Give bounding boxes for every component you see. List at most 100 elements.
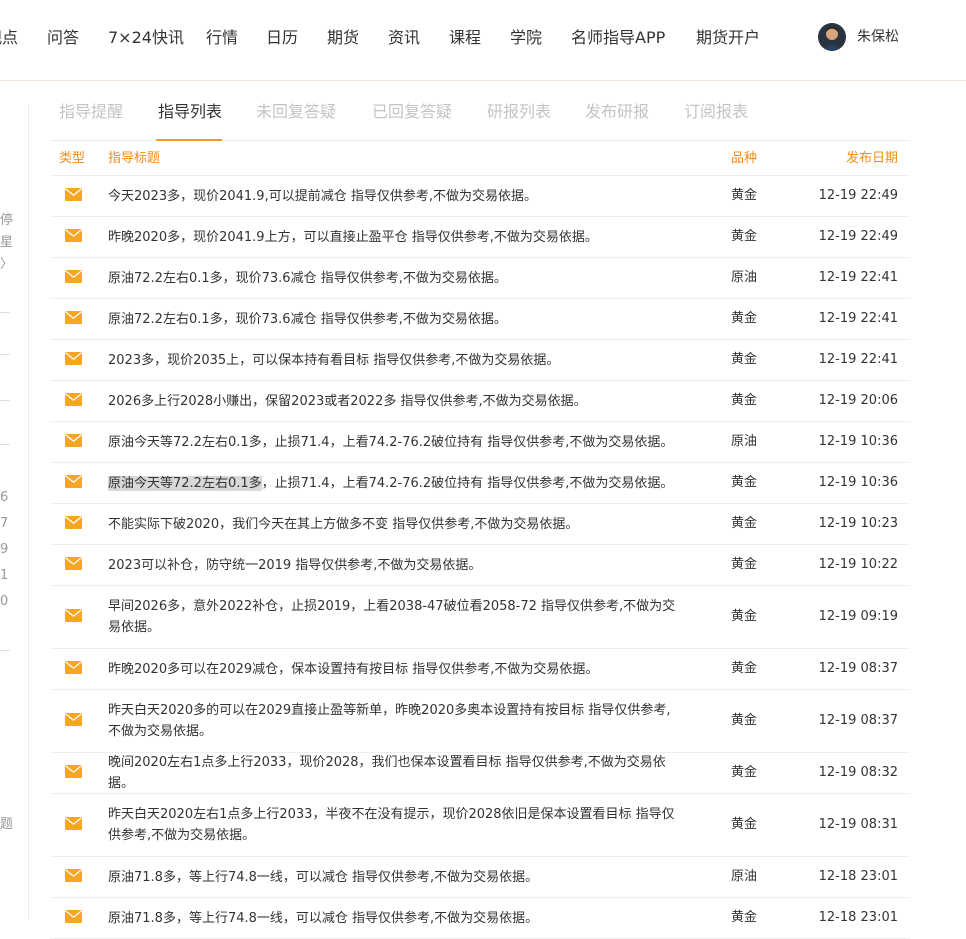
tab-unanswered-questions[interactable]: 未回复答疑 (256, 102, 336, 122)
table-row[interactable]: 昨天白天2020多的可以在2029直接止盈等新单，昨晚2020多奥本设置持有按目… (50, 690, 910, 753)
nav-item-viewpoint[interactable]: 观点 (0, 28, 18, 48)
row-date: 12-19 22:49 (818, 229, 898, 244)
mail-icon (65, 434, 82, 447)
mail-icon (65, 352, 82, 365)
mail-icon (65, 713, 82, 726)
nav-item-flash-news[interactable]: 7×24快讯 (108, 28, 184, 48)
tab-guidance-reminder[interactable]: 指导提醒 (59, 102, 123, 122)
table-row[interactable]: 原油72.2左右0.1多，现价73.6减仓 指导仅供参考,不做为交易依据。 黄金 1… (50, 299, 910, 340)
table-row[interactable]: 今天2023多，现价2041.9,可以提前减仓 指导仅供参考,不做为交易依据。 黄… (50, 176, 910, 217)
table-row[interactable]: 原油今天等72.2左右0.1多，止损71.4，上看74.2-76.2破位持有 指… (50, 422, 910, 463)
mail-icon (65, 609, 82, 622)
row-title[interactable]: 原油今天等72.2左右0.1多，止损71.4，上看74.2-76.2破位持有 指… (108, 473, 683, 494)
sidebar-separator (0, 650, 10, 651)
row-date: 12-19 10:22 (818, 557, 898, 572)
mail-icon (65, 661, 82, 674)
row-date: 12-18 23:01 (818, 869, 898, 884)
table-row[interactable]: 原油今天等72.2左右0.1多，止损71.4，上看74.2-76.2破位持有 指… (50, 463, 910, 504)
row-kind: 黄金 (731, 609, 758, 624)
row-kind: 原油 (731, 270, 758, 285)
row-kind: 黄金 (731, 352, 758, 367)
row-title[interactable]: 早间2026多，意外2022补仓，止损2019，上看2038-47破位看2058… (108, 596, 683, 638)
row-title-text: 不能实际下破2020，我们今天在其上方做多不变 指导仅供参考,不做为交易依据。 (108, 516, 579, 532)
row-title[interactable]: 晚间2020左右1点多上行2033，现价2028，我们也保本设置看目标 指导仅供… (108, 752, 683, 794)
avatar[interactable] (818, 23, 846, 51)
row-title[interactable]: 今天2023多，现价2041.9,可以提前减仓 指导仅供参考,不做为交易依据。 (108, 186, 683, 207)
mail-icon (65, 516, 82, 529)
mail-icon (65, 557, 82, 570)
row-title-text: 2026多上行2028小赚出，保留2023或者2022多 指导仅供参考,不做为交… (108, 393, 587, 409)
mail-icon (65, 229, 82, 242)
row-date: 12-19 22:41 (818, 311, 898, 326)
nav-item-courses[interactable]: 课程 (449, 28, 481, 48)
table-row[interactable]: 2023可以补仓，防守统一2019 指导仅供参考,不做为交易依据。 黄金 12-19… (50, 545, 910, 586)
row-title-text: 原油72.2左右0.1多，现价73.6减仓 指导仅供参考,不做为交易依据。 (108, 270, 507, 286)
row-title-text: 昨晚2020多，现价2041.9上方，可以直接止盈平仓 指导仅供参考,不做为交易… (108, 229, 598, 245)
table-row[interactable]: 原油71.8多，等上行74.8一线，可以减仓 指导仅供参考,不做为交易依据。 原油… (50, 857, 910, 898)
table-row[interactable]: 昨晚2020多，现价2041.9上方，可以直接止盈平仓 指导仅供参考,不做为交易… (50, 217, 910, 258)
row-date: 12-19 10:23 (818, 516, 898, 531)
row-title[interactable]: 2023可以补仓，防守统一2019 指导仅供参考,不做为交易依据。 (108, 555, 683, 576)
row-title-text: ，止损71.4，上看74.2-76.2破位持有 指导仅供参考,不做为交易依据。 (261, 475, 674, 491)
row-title[interactable]: 原油72.2左右0.1多，现价73.6减仓 指导仅供参考,不做为交易依据。 (108, 268, 683, 289)
mail-icon (65, 817, 82, 830)
nav-item-news[interactable]: 资讯 (388, 28, 420, 48)
table-row[interactable]: 昨晚2020多可以在2029减仓，保本设置持有按目标 指导仅供参考,不做为交易依… (50, 649, 910, 690)
nav-item-calendar[interactable]: 日历 (266, 28, 298, 48)
row-title-text: 晚间2020左右1点多上行2033，现价2028，我们也保本设置看目标 指导仅供… (108, 755, 666, 791)
tab-guidance-list[interactable]: 指导列表 (158, 102, 222, 122)
row-title[interactable]: 2023多，现价2035上，可以保本持有看目标 指导仅供参考,不做为交易依据。 (108, 350, 683, 371)
table-row[interactable]: 原油72.2左右0.1多，现价73.6减仓 指导仅供参考,不做为交易依据。 原油 1… (50, 258, 910, 299)
tab-research-list[interactable]: 研报列表 (487, 102, 551, 122)
sidebar-separator (0, 354, 10, 355)
sidebar-fragment: 6 (0, 490, 9, 505)
selected-text: 原油今天等72.2左右0.1多 (108, 475, 262, 491)
user-name[interactable]: 朱保松 (857, 29, 899, 45)
tab-bar: 指导提醒 指导列表 未回复答疑 已回复答疑 研报列表 发布研报 订阅报表 (50, 96, 910, 141)
mail-icon (65, 765, 82, 778)
row-kind: 黄金 (731, 229, 758, 244)
row-date: 12-19 22:41 (818, 270, 898, 285)
row-title[interactable]: 不能实际下破2020，我们今天在其上方做多不变 指导仅供参考,不做为交易依据。 (108, 514, 683, 535)
row-date: 12-19 20:06 (818, 393, 898, 408)
row-date: 12-19 10:36 (818, 475, 898, 490)
sidebar-fragment: 〉 (0, 257, 14, 272)
nav-item-quotes[interactable]: 行情 (206, 28, 238, 48)
table-row[interactable]: 晚间2020左右1点多上行2033，现价2028，我们也保本设置看目标 指导仅供… (50, 753, 910, 794)
table-row[interactable]: 昨天白天2020左右1点多上行2033，半夜不在没有提示，现价2028依旧是保本… (50, 794, 910, 857)
nav-item-mentor-app[interactable]: 名师指导APP (571, 28, 665, 48)
row-title[interactable]: 原油今天等72.2左右0.1多，止损71.4，上看74.2-76.2破位持有 指… (108, 432, 683, 453)
table-row[interactable]: 2023多，现价2035上，可以保本持有看目标 指导仅供参考,不做为交易依据。 黄… (50, 340, 910, 381)
sidebar-fragment: 1 (0, 568, 9, 583)
row-title[interactable]: 2026多上行2028小赚出，保留2023或者2022多 指导仅供参考,不做为交… (108, 391, 683, 412)
tab-publish-research[interactable]: 发布研报 (585, 102, 649, 122)
row-title[interactable]: 昨天白天2020左右1点多上行2033，半夜不在没有提示，现价2028依旧是保本… (108, 804, 683, 846)
nav-item-academy[interactable]: 学院 (510, 28, 542, 48)
row-title[interactable]: 原油72.2左右0.1多，现价73.6减仓 指导仅供参考,不做为交易依据。 (108, 309, 683, 330)
row-title[interactable]: 昨晚2020多，现价2041.9上方，可以直接止盈平仓 指导仅供参考,不做为交易… (108, 227, 683, 248)
row-date: 12-19 08:37 (818, 713, 898, 728)
row-title-text: 原油71.8多，等上行74.8一线，可以减仓 指导仅供参考,不做为交易依据。 (108, 869, 539, 885)
nav-item-qa[interactable]: 问答 (47, 28, 79, 48)
mail-icon (65, 910, 82, 923)
sidebar-separator (0, 400, 10, 401)
nav-item-open-account[interactable]: 期货开户 (696, 28, 760, 48)
row-kind: 黄金 (731, 393, 758, 408)
row-date: 12-19 09:19 (818, 609, 898, 624)
tab-answered-questions[interactable]: 已回复答疑 (372, 102, 452, 122)
row-title[interactable]: 原油71.8多，等上行74.8一线，可以减仓 指导仅供参考,不做为交易依据。 (108, 867, 683, 888)
row-date: 12-19 22:41 (818, 352, 898, 367)
row-title[interactable]: 昨晚2020多可以在2029减仓，保本设置持有按目标 指导仅供参考,不做为交易依… (108, 659, 683, 680)
nav-item-futures[interactable]: 期货 (327, 28, 359, 48)
row-date: 12-19 22:49 (818, 188, 898, 203)
table-row[interactable]: 不能实际下破2020，我们今天在其上方做多不变 指导仅供参考,不做为交易依据。 黄… (50, 504, 910, 545)
table-row[interactable]: 早间2026多，意外2022补仓，止损2019，上看2038-47破位看2058… (50, 586, 910, 649)
row-title[interactable]: 昨天白天2020多的可以在2029直接止盈等新单，昨晚2020多奥本设置持有按目… (108, 700, 683, 742)
table-row[interactable]: 2026多上行2028小赚出，保留2023或者2022多 指导仅供参考,不做为交… (50, 381, 910, 422)
row-title[interactable]: 原油71.8多，等上行74.8一线，可以减仓 指导仅供参考,不做为交易依据。 (108, 908, 683, 929)
sidebar-fragment: 9 (0, 542, 9, 557)
row-title-text: 原油71.8多，等上行74.8一线，可以减仓 指导仅供参考,不做为交易依据。 (108, 910, 539, 926)
header-kind: 品种 (731, 151, 758, 166)
row-title-text: 原油72.2左右0.1多，现价73.6减仓 指导仅供参考,不做为交易依据。 (108, 311, 507, 327)
tab-subscription-report[interactable]: 订阅报表 (684, 102, 748, 122)
